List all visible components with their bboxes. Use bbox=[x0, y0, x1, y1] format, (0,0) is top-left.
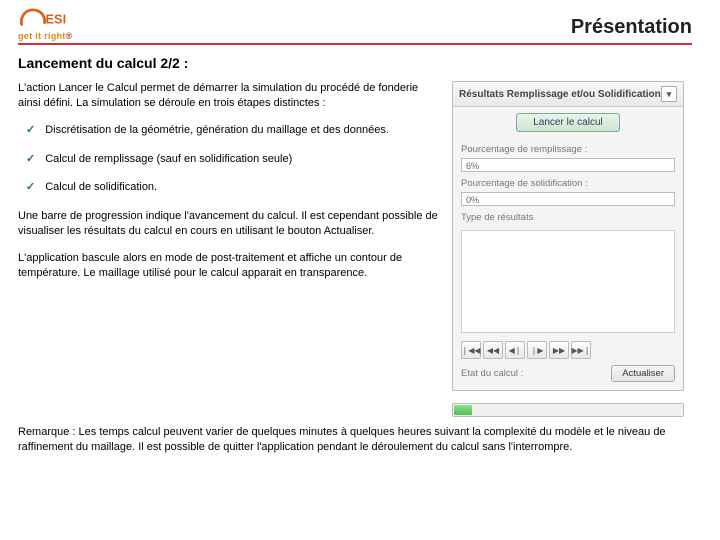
list-item: ✓ Calcul de remplissage (sauf en solidifi… bbox=[26, 152, 438, 167]
list-item-label: Calcul de solidification. bbox=[45, 180, 157, 195]
list-item-label: Calcul de remplissage (sauf en solidific… bbox=[45, 152, 292, 167]
post-paragraph: L'application bascule alors en mode de p… bbox=[18, 251, 438, 281]
left-column: L'action Lancer le Calcul permet de déma… bbox=[18, 81, 438, 417]
fill-progress: 6% bbox=[461, 158, 675, 172]
panel-title: Résultats Remplissage et/ou Solidificati… bbox=[459, 89, 661, 100]
steps-list: ✓ Discrétisation de la géométrie, générat… bbox=[26, 123, 438, 196]
collapse-icon[interactable]: ▾ bbox=[661, 86, 677, 102]
solid-progress: 0% bbox=[461, 192, 675, 206]
logo-tagline: get it right® bbox=[18, 32, 73, 41]
logo: ESI get it right® bbox=[18, 8, 82, 41]
fill-pct-value: 6% bbox=[466, 159, 479, 173]
calc-state-label: Etat du calcul : bbox=[461, 368, 523, 379]
results-panel: Résultats Remplissage et/ou Solidificati… bbox=[452, 81, 684, 391]
check-icon: ✓ bbox=[26, 152, 35, 167]
remark-paragraph: Remarque : Les temps calcul peuvent vari… bbox=[18, 425, 692, 456]
header-row: ESI get it right® Présentation bbox=[18, 8, 692, 45]
result-type-label: Type de résultats bbox=[461, 212, 675, 223]
fill-pct-label: Pourcentage de remplissage : bbox=[461, 144, 675, 155]
section-title: Lancement du calcul 2/2 : bbox=[18, 55, 692, 71]
playback-controls: ❘◀◀ ◀◀ ◀❘ ❘▶ ▶▶ ▶▶❘ bbox=[461, 341, 675, 359]
overall-progress-fill bbox=[454, 405, 472, 415]
check-icon: ✓ bbox=[26, 123, 35, 138]
logo-mark: ESI bbox=[18, 8, 82, 30]
list-item: ✓ Discrétisation de la géométrie, générat… bbox=[26, 123, 438, 138]
panel-header: Résultats Remplissage et/ou Solidificati… bbox=[453, 82, 683, 107]
overall-progress bbox=[452, 403, 684, 417]
result-type-area bbox=[461, 230, 675, 333]
prev-button[interactable]: ◀◀ bbox=[483, 341, 503, 359]
check-icon: ✓ bbox=[26, 180, 35, 195]
intro-paragraph: L'action Lancer le Calcul permet de déma… bbox=[18, 81, 438, 111]
refresh-button[interactable]: Actualiser bbox=[611, 365, 675, 382]
list-item: ✓ Calcul de solidification. bbox=[26, 180, 438, 195]
solid-pct-label: Pourcentage de solidification : bbox=[461, 178, 675, 189]
launch-calc-button[interactable]: Lancer le calcul bbox=[516, 113, 619, 132]
step-back-button[interactable]: ◀❘ bbox=[505, 341, 525, 359]
right-column: Résultats Remplissage et/ou Solidificati… bbox=[452, 81, 684, 417]
solid-pct-value: 0% bbox=[466, 193, 479, 207]
step-fwd-button[interactable]: ❘▶ bbox=[527, 341, 547, 359]
first-button[interactable]: ❘◀◀ bbox=[461, 341, 481, 359]
next-button[interactable]: ▶▶ bbox=[549, 341, 569, 359]
list-item-label: Discrétisation de la géométrie, générati… bbox=[45, 123, 389, 138]
last-button[interactable]: ▶▶❘ bbox=[571, 341, 591, 359]
svg-text:ESI: ESI bbox=[45, 12, 66, 27]
slide-title: Présentation bbox=[571, 16, 692, 39]
progress-paragraph: Une barre de progression indique l'avanc… bbox=[18, 209, 438, 239]
